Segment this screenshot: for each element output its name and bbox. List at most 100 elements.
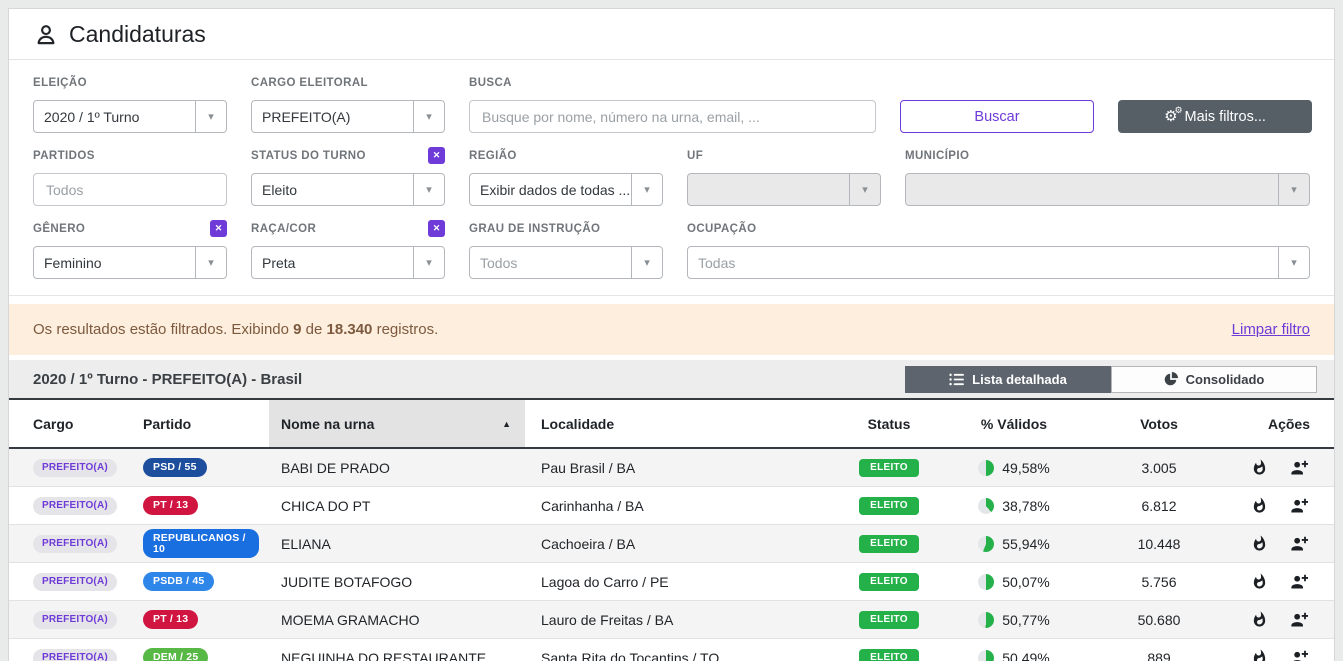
regiao-label: REGIÃO xyxy=(469,150,517,162)
person-add-icon[interactable] xyxy=(1290,460,1308,476)
cargo-label: CARGO ELEITORAL xyxy=(251,77,368,89)
column-header-nome-na-urna[interactable]: Nome na urna ▲ xyxy=(269,400,525,447)
cargo-badge: PREFEITO(A) xyxy=(33,535,117,553)
table-header: Cargo Partido Nome na urna ▲ Localidade … xyxy=(9,398,1334,449)
table-row: PREFEITO(A) PSD / 55 BABI DE PRADO Pau B… xyxy=(9,449,1334,487)
filter-genero: GÊNERO ✕ Feminino ▾ xyxy=(33,220,227,279)
filter-grau-instrucao: GRAU DE INSTRUÇÃO Todos ▾ xyxy=(469,220,663,279)
locality: Santa Rita do Tocantins / TO xyxy=(525,639,839,661)
list-icon xyxy=(949,373,964,386)
valid-pct-pie-icon xyxy=(978,612,994,628)
chevron-down-icon: ▾ xyxy=(631,247,662,278)
filter-cargo-eleitoral: CARGO ELEITORAL PREFEITO(A) ▾ xyxy=(251,74,445,133)
status-badge: ELEITO xyxy=(859,611,919,629)
campaign-flame-icon[interactable] xyxy=(1251,649,1268,661)
column-header-acoes: Ações xyxy=(1229,400,1334,447)
busca-label: BUSCA xyxy=(469,77,512,89)
campaign-flame-icon[interactable] xyxy=(1251,535,1268,552)
cargo-badge: PREFEITO(A) xyxy=(33,459,117,477)
candidate-name: BABI DE PRADO xyxy=(269,449,525,486)
clear-genero-filter-button[interactable]: ✕ xyxy=(210,220,227,237)
chevron-down-icon: ▾ xyxy=(1278,174,1309,205)
partidos-input[interactable] xyxy=(33,173,227,206)
clear-raca-filter-button[interactable]: ✕ xyxy=(428,220,445,237)
party-badge: PT / 13 xyxy=(143,610,198,629)
candidate-name: CHICA DO PT xyxy=(269,487,525,524)
raca-cor-select[interactable]: Preta ▾ xyxy=(251,246,445,279)
status-badge: ELEITO xyxy=(859,649,919,661)
eleicao-select[interactable]: 2020 / 1º Turno ▾ xyxy=(33,100,227,133)
party-badge: REPUBLICANOS / 10 xyxy=(143,529,259,558)
clear-status-filter-button[interactable]: ✕ xyxy=(428,147,445,164)
uf-select: ▾ xyxy=(687,173,881,206)
cargo-badge: PREFEITO(A) xyxy=(33,611,117,629)
votes-value: 3.005 xyxy=(1089,449,1229,486)
partidos-label: PARTIDOS xyxy=(33,150,95,162)
column-header-localidade[interactable]: Localidade xyxy=(525,400,839,447)
alert-text: Os resultados estão filtrados. Exibindo … xyxy=(33,321,438,338)
genero-label: GÊNERO xyxy=(33,223,85,235)
status-badge: ELEITO xyxy=(859,459,919,477)
genero-select[interactable]: Feminino ▾ xyxy=(33,246,227,279)
campaign-flame-icon[interactable] xyxy=(1251,573,1268,590)
chevron-down-icon: ▾ xyxy=(195,247,226,278)
status-badge: ELEITO xyxy=(859,573,919,591)
cargo-badge: PREFEITO(A) xyxy=(33,649,117,661)
mais-filtros-button[interactable]: ⚙⚙ Mais filtros... xyxy=(1118,100,1312,133)
person-add-icon[interactable] xyxy=(1290,536,1308,552)
party-badge: PSD / 55 xyxy=(143,458,207,477)
column-header-validos[interactable]: % Válidos xyxy=(939,400,1089,447)
votes-value: 6.812 xyxy=(1089,487,1229,524)
grau-instrucao-label: GRAU DE INSTRUÇÃO xyxy=(469,223,600,235)
locality: Cachoeira / BA xyxy=(525,525,839,562)
person-add-icon[interactable] xyxy=(1290,650,1308,661)
valid-pct-value: 50,49% xyxy=(1002,650,1049,661)
votes-value: 5.756 xyxy=(1089,563,1229,600)
candidate-name: NEGUINHA DO RESTAURANTE xyxy=(269,639,525,661)
tab-consolidado[interactable]: Consolidado xyxy=(1111,366,1317,393)
limpar-filtro-link[interactable]: Limpar filtro xyxy=(1232,321,1310,338)
person-add-icon[interactable] xyxy=(1290,574,1308,590)
cargo-select[interactable]: PREFEITO(A) ▾ xyxy=(251,100,445,133)
results-section-bar: 2020 / 1º Turno - PREFEITO(A) - Brasil L… xyxy=(9,360,1334,398)
search-input[interactable] xyxy=(469,100,876,133)
chevron-down-icon: ▾ xyxy=(849,174,880,205)
table-row: PREFEITO(A) REPUBLICANOS / 10 ELIANA Cac… xyxy=(9,525,1334,563)
buscar-field: Buscar xyxy=(900,74,1094,133)
tab-lista-detalhada[interactable]: Lista detalhada xyxy=(905,366,1111,393)
grau-instrucao-select[interactable]: Todos ▾ xyxy=(469,246,663,279)
locality: Pau Brasil / BA xyxy=(525,449,839,486)
filter-partidos: PARTIDOS xyxy=(33,147,227,206)
locality: Lauro de Freitas / BA xyxy=(525,601,839,638)
person-add-icon[interactable] xyxy=(1290,612,1308,628)
buscar-button[interactable]: Buscar xyxy=(900,100,1094,133)
campaign-flame-icon[interactable] xyxy=(1251,497,1268,514)
page-header: Candidaturas xyxy=(9,9,1334,60)
person-add-icon[interactable] xyxy=(1290,498,1308,514)
table-row: PREFEITO(A) PSDB / 45 JUDITE BOTAFOGO La… xyxy=(9,563,1334,601)
table-body: PREFEITO(A) PSD / 55 BABI DE PRADO Pau B… xyxy=(9,449,1334,661)
cargo-badge: PREFEITO(A) xyxy=(33,573,117,591)
column-header-status[interactable]: Status xyxy=(839,400,939,447)
raca-cor-label: RAÇA/COR xyxy=(251,223,316,235)
table-row: PREFEITO(A) DEM / 25 NEGUINHA DO RESTAUR… xyxy=(9,639,1334,661)
mais-filtros-field: ⚙⚙ Mais filtros... xyxy=(1118,74,1312,133)
status-badge: ELEITO xyxy=(859,535,919,553)
votes-value: 10.448 xyxy=(1089,525,1229,562)
valid-pct-value: 49,58% xyxy=(1002,460,1049,476)
ocupacao-select[interactable]: Todas ▾ xyxy=(687,246,1310,279)
party-badge: PT / 13 xyxy=(143,496,198,515)
chevron-down-icon: ▾ xyxy=(1278,247,1309,278)
valid-pct-pie-icon xyxy=(978,498,994,514)
campaign-flame-icon[interactable] xyxy=(1251,459,1268,476)
campaign-flame-icon[interactable] xyxy=(1251,611,1268,628)
column-header-partido[interactable]: Partido xyxy=(133,400,269,447)
locality: Carinhanha / BA xyxy=(525,487,839,524)
regiao-select[interactable]: Exibir dados de todas ... ▾ xyxy=(469,173,663,206)
municipio-select: ▾ xyxy=(905,173,1310,206)
column-header-cargo[interactable]: Cargo xyxy=(9,400,133,447)
chevron-down-icon: ▾ xyxy=(413,174,444,205)
column-header-votos[interactable]: Votos xyxy=(1089,400,1229,447)
municipio-label: MUNICÍPIO xyxy=(905,150,969,162)
status-turno-select[interactable]: Eleito ▾ xyxy=(251,173,445,206)
